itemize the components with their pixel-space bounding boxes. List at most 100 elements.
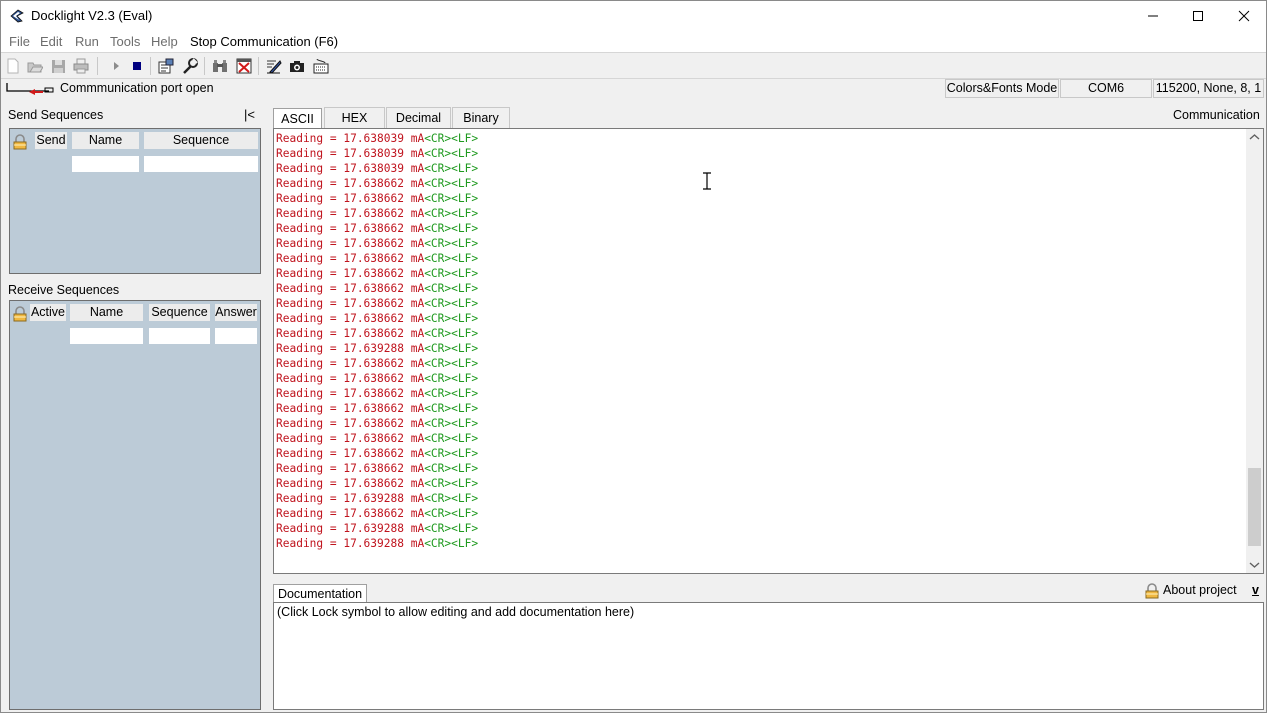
lock-icon[interactable]: [12, 306, 28, 322]
find-binoculars-icon: [213, 60, 227, 72]
find-button[interactable]: [211, 57, 229, 75]
received-data-text: Reading = 17.638662 mA: [276, 327, 425, 340]
control-characters: <CR><LF>: [424, 507, 479, 520]
minimize-button[interactable]: [1130, 1, 1176, 31]
stop-button[interactable]: [128, 57, 146, 75]
received-data-text: Reading = 17.639288 mA: [276, 342, 425, 355]
open-button[interactable]: [26, 57, 44, 75]
communication-line: Reading = 17.638662 mA<CR><LF>: [274, 191, 1263, 206]
snapshot-button[interactable]: [288, 57, 306, 75]
communication-label: Communication: [1173, 108, 1260, 122]
control-characters: <CR><LF>: [424, 462, 479, 475]
colors-fonts-mode-indicator: Colors&Fonts Mode: [945, 79, 1059, 98]
new-button[interactable]: [4, 57, 22, 75]
sequence-column-header[interactable]: Sequence: [144, 132, 258, 149]
maximize-button[interactable]: [1175, 1, 1221, 31]
communication-line: Reading = 17.638039 mA<CR><LF>: [274, 131, 1263, 146]
send-column-header[interactable]: Send: [35, 132, 67, 149]
lock-icon[interactable]: [1144, 583, 1160, 599]
control-characters: <CR><LF>: [424, 372, 479, 385]
communication-line: Reading = 17.638662 mA<CR><LF>: [274, 461, 1263, 476]
window-title: Docklight V2.3 (Eval): [31, 8, 153, 23]
communication-line: Reading = 17.639288 mA<CR><LF>: [274, 491, 1263, 506]
tab-binary[interactable]: Binary: [452, 107, 510, 128]
receive-answer-cell[interactable]: [215, 328, 257, 344]
stop-communication-menu[interactable]: Stop Communication (F6): [190, 34, 338, 49]
expand-documentation-button[interactable]: v: [1252, 583, 1259, 597]
menu-help[interactable]: Help: [151, 34, 178, 49]
clear-button[interactable]: [235, 57, 253, 75]
scroll-up-icon[interactable]: [1249, 133, 1260, 141]
tab-decimal[interactable]: Decimal: [386, 107, 451, 128]
menu-tools[interactable]: Tools: [110, 34, 140, 49]
collapse-panel-button[interactable]: |<: [244, 107, 255, 122]
received-data-text: Reading = 17.638662 mA: [276, 447, 425, 460]
communication-line: Reading = 17.638662 mA<CR><LF>: [274, 371, 1263, 386]
communication-line: Reading = 17.638662 mA<CR><LF>: [274, 326, 1263, 341]
communication-line: Reading = 17.638662 mA<CR><LF>: [274, 206, 1263, 221]
communication-window[interactable]: Reading = 17.638039 mA<CR><LF> Reading = …: [273, 128, 1264, 574]
received-data-text: Reading = 17.638662 mA: [276, 282, 425, 295]
control-characters: <CR><LF>: [424, 252, 479, 265]
receive-sequence-cell[interactable]: [149, 328, 210, 344]
active-column-header[interactable]: Active: [30, 304, 66, 321]
control-characters: <CR><LF>: [424, 342, 479, 355]
communication-line: Reading = 17.639288 mA<CR><LF>: [274, 536, 1263, 551]
save-button[interactable]: [49, 57, 67, 75]
communication-line: Reading = 17.638039 mA<CR><LF>: [274, 161, 1263, 176]
name-column-header[interactable]: Name: [72, 132, 139, 149]
control-characters: <CR><LF>: [424, 207, 479, 220]
receive-sequences-title: Receive Sequences: [8, 283, 120, 297]
documentation-area[interactable]: (Click Lock symbol to allow editing and …: [273, 602, 1264, 710]
receive-name-cell[interactable]: [70, 328, 143, 344]
control-characters: <CR><LF>: [424, 177, 479, 190]
start-button[interactable]: [107, 57, 125, 75]
control-characters: <CR><LF>: [424, 147, 479, 160]
project-settings-button[interactable]: [157, 57, 175, 75]
text-cursor-icon: [703, 172, 711, 190]
received-data-text: Reading = 17.638662 mA: [276, 267, 425, 280]
send-sequence-cell[interactable]: [144, 156, 258, 172]
tab-documentation[interactable]: Documentation: [273, 584, 367, 603]
communication-line: Reading = 17.638662 mA<CR><LF>: [274, 176, 1263, 191]
received-data-text: Reading = 17.639288 mA: [276, 492, 425, 505]
close-icon: [1238, 10, 1250, 22]
menu-edit[interactable]: Edit: [40, 34, 62, 49]
scrollbar-thumb[interactable]: [1248, 468, 1261, 547]
documentation-text: (Click Lock symbol to allow editing and …: [277, 605, 635, 619]
status-row: Commmunication port open Colors&Fonts Mo…: [1, 78, 1266, 98]
answer-column-header[interactable]: Answer: [215, 304, 257, 321]
toolbar-separator: [97, 57, 98, 75]
sequence-column-header[interactable]: Sequence: [149, 304, 210, 321]
vertical-scrollbar[interactable]: [1246, 129, 1263, 573]
communication-line: Reading = 17.639288 mA<CR><LF>: [274, 341, 1263, 356]
close-button[interactable]: [1221, 1, 1267, 31]
communication-line: Reading = 17.638662 mA<CR><LF>: [274, 236, 1263, 251]
send-name-cell[interactable]: [72, 156, 139, 172]
edit-notes-button[interactable]: [265, 57, 283, 75]
control-characters: <CR><LF>: [424, 237, 479, 250]
name-column-header[interactable]: Name: [70, 304, 143, 321]
com-port-indicator: COM6: [1060, 79, 1152, 98]
tab-hex[interactable]: HEX: [324, 107, 385, 128]
save-icon: [51, 59, 65, 73]
received-data-text: Reading = 17.638662 mA: [276, 372, 425, 385]
received-data-text: Reading = 17.638662 mA: [276, 357, 425, 370]
options-button[interactable]: [181, 57, 199, 75]
title-bar: Docklight V2.3 (Eval): [1, 1, 1266, 31]
scroll-down-icon[interactable]: [1249, 561, 1260, 569]
keyboard-console-button[interactable]: [312, 57, 330, 75]
menu-file[interactable]: File: [9, 34, 30, 49]
lock-icon[interactable]: [12, 134, 28, 150]
stop-icon: [133, 62, 141, 70]
received-data-text: Reading = 17.638662 mA: [276, 312, 425, 325]
maximize-icon: [1193, 11, 1203, 21]
received-data-text: Reading = 17.638039 mA: [276, 162, 425, 175]
received-data-text: Reading = 17.638662 mA: [276, 297, 425, 310]
received-data-text: Reading = 17.638662 mA: [276, 432, 425, 445]
print-button[interactable]: [72, 57, 90, 75]
about-project-link[interactable]: About project: [1163, 583, 1237, 597]
tab-ascii[interactable]: ASCII: [273, 108, 322, 129]
menu-run[interactable]: Run: [75, 34, 99, 49]
received-data-text: Reading = 17.638662 mA: [276, 192, 425, 205]
